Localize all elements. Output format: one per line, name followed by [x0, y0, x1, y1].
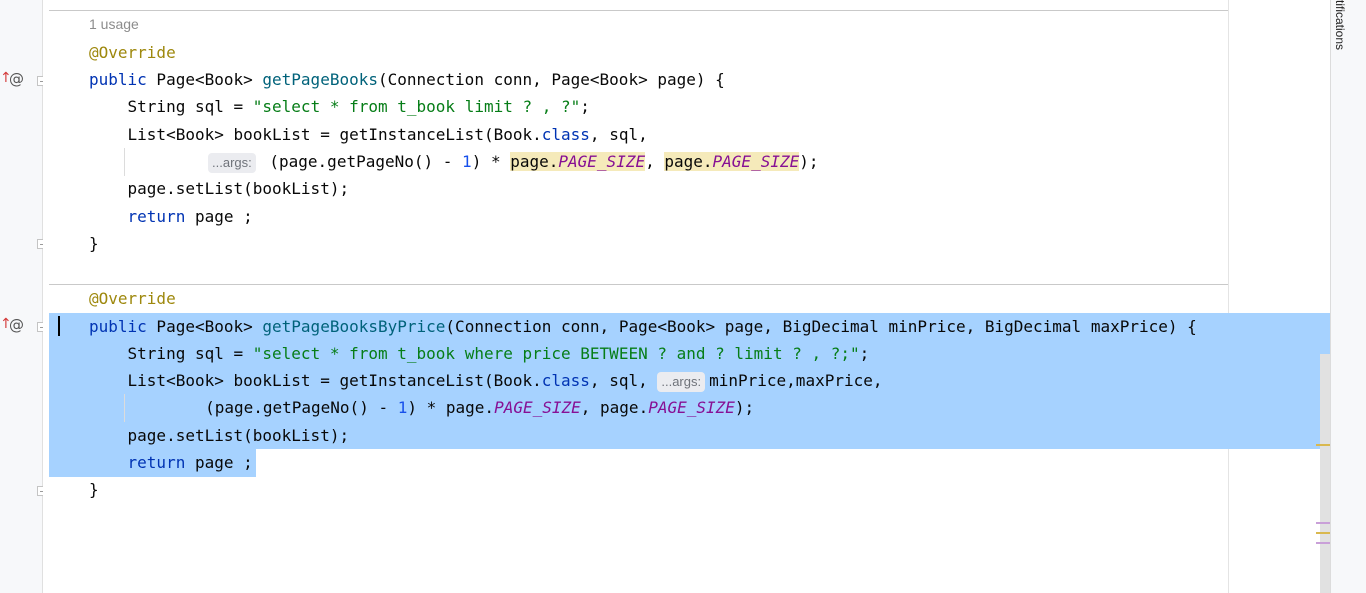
override-at-icon[interactable]: @ — [9, 316, 24, 334]
code-line[interactable]: ...args: (page.getPageNo() - 1) * page.P… — [208, 151, 819, 173]
code-text: , sql, — [589, 125, 648, 144]
vertical-scrollbar[interactable] — [1320, 354, 1330, 593]
indent-guide — [124, 148, 125, 176]
method-name: getPageBooksByPrice — [262, 317, 446, 336]
code-text: ) * — [471, 152, 511, 171]
code-text: page ; — [185, 207, 253, 226]
notifications-tab[interactable]: tifications — [1333, 0, 1347, 50]
usage-highlight: page.PAGE_SIZE — [664, 152, 800, 171]
keyword-text: return — [89, 453, 186, 472]
code-text: ; — [859, 344, 870, 363]
code-line[interactable]: } — [89, 479, 99, 501]
code-text: page.setList(bookList); — [89, 179, 350, 198]
code-text: ); — [734, 398, 755, 417]
code-text: , sql, — [589, 371, 658, 390]
constant-name: PAGE_SIZE — [558, 152, 646, 171]
code-text: Page<Book> — [146, 70, 263, 89]
scroll-marker[interactable] — [1316, 532, 1330, 534]
usage-highlight: page.PAGE_SIZE — [510, 152, 646, 171]
text-caret — [58, 316, 60, 336]
code-text: Page<Book> — [146, 317, 263, 336]
code-line[interactable]: String sql = "select * from t_book where… — [89, 343, 870, 365]
editor-gutter[interactable]: ↑ @ ↑ @ — [0, 0, 47, 593]
code-text: ; — [580, 97, 590, 116]
code-text: ); — [799, 152, 819, 171]
method-name: getPageBooks — [262, 70, 378, 89]
indent-guide — [124, 394, 125, 422]
number-literal: 1 — [462, 152, 472, 171]
code-text: , page. — [580, 398, 649, 417]
keyword-text: class — [541, 125, 590, 144]
code-line[interactable]: (page.getPageNo() - 1) * page.PAGE_SIZE,… — [128, 397, 754, 419]
number-literal: 1 — [397, 398, 408, 417]
code-line[interactable]: public Page<Book> getPageBooksByPrice(Co… — [89, 316, 1197, 338]
code-text: page. — [664, 152, 713, 171]
code-line[interactable]: page.setList(bookList); — [89, 425, 350, 447]
usages-hint[interactable]: 1 usage — [89, 16, 139, 32]
annotation-text: @Override — [89, 289, 176, 308]
scroll-marker[interactable] — [1316, 542, 1330, 544]
keyword-text: public — [89, 317, 147, 336]
right-margin-guide — [1228, 0, 1229, 593]
code-line[interactable]: List<Book> bookList = getInstanceList(Bo… — [89, 124, 648, 146]
string-literal: "select * from t_book limit ? , ?" — [252, 97, 581, 116]
code-text: (page.getPageNo() - — [128, 398, 398, 417]
code-line[interactable]: return page ; — [89, 206, 253, 228]
annotation-text: @Override — [89, 43, 176, 62]
override-at-icon[interactable]: @ — [9, 70, 24, 88]
code-text: (Connection conn, Page<Book> page, BigDe… — [445, 317, 1197, 336]
code-text: , — [645, 152, 665, 171]
code-text: (page.getPageNo() - — [259, 152, 463, 171]
code-text: List<Book> bookList = getInstanceList(Bo… — [89, 371, 542, 390]
constant-name: PAGE_SIZE — [648, 398, 735, 417]
code-text: page. — [510, 152, 559, 171]
constant-name: PAGE_SIZE — [712, 152, 800, 171]
keyword-text: return — [89, 207, 186, 226]
code-text: minPrice,maxPrice, — [709, 371, 883, 390]
keyword-text: public — [89, 70, 147, 89]
code-line[interactable]: @Override — [89, 288, 176, 310]
code-line[interactable]: return page ; — [89, 452, 253, 474]
code-text: List<Book> bookList = getInstanceList(Bo… — [89, 125, 542, 144]
scroll-marker[interactable] — [1316, 522, 1330, 524]
code-line[interactable]: public Page<Book> getPageBooks(Connectio… — [89, 69, 725, 91]
scroll-marker[interactable] — [1316, 444, 1330, 446]
code-text: String sql = — [89, 97, 253, 116]
code-text: } — [89, 480, 99, 499]
code-line[interactable]: String sql = "select * from t_book limit… — [89, 96, 590, 118]
method-separator — [49, 284, 1228, 285]
code-text: String sql = — [89, 344, 253, 363]
code-line[interactable]: page.setList(bookList); — [89, 178, 350, 200]
code-text: } — [89, 234, 99, 253]
code-line[interactable]: List<Book> bookList = getInstanceList(Bo… — [89, 370, 883, 392]
method-separator — [49, 10, 1228, 11]
code-line[interactable]: @Override — [89, 42, 176, 64]
right-tool-strip — [1330, 0, 1366, 593]
parameter-hint: ...args: — [208, 153, 256, 173]
code-line[interactable]: } — [89, 233, 99, 255]
code-text: ) * page. — [407, 398, 495, 417]
constant-name: PAGE_SIZE — [494, 398, 581, 417]
code-text: page.setList(bookList); — [89, 426, 350, 445]
code-text: page ; — [185, 453, 253, 472]
code-text: (Connection conn, Page<Book> page) { — [377, 70, 725, 89]
string-literal: "select * from t_book where price BETWEE… — [252, 344, 860, 363]
keyword-text: class — [541, 371, 590, 390]
parameter-hint: ...args: — [657, 372, 706, 392]
